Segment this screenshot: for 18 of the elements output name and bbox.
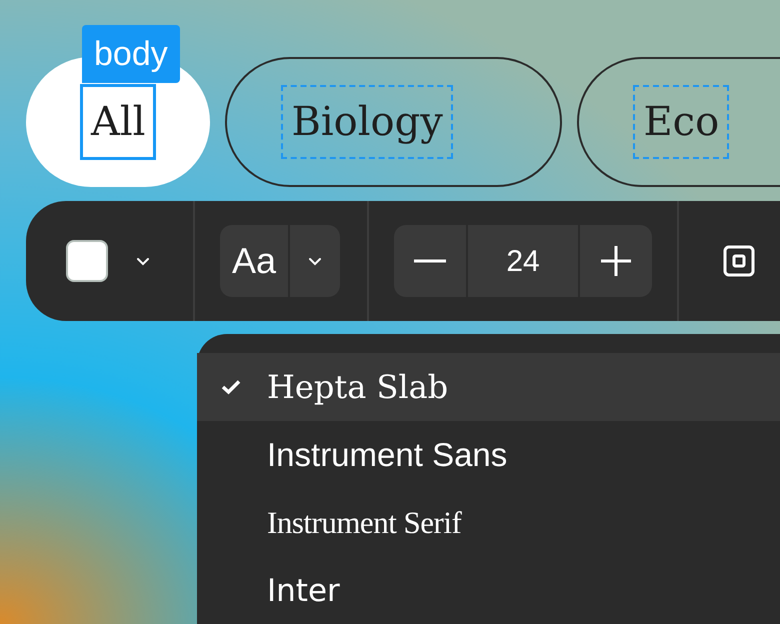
font-menu-item[interactable]: Instrument Serif bbox=[197, 489, 780, 557]
font-menu-item[interactable]: Hepta Slab bbox=[197, 353, 780, 421]
filter-chip[interactable]: Biology bbox=[225, 57, 562, 187]
font-size-value: 24 bbox=[505, 244, 541, 280]
chip-label: Biology bbox=[281, 85, 453, 159]
checkmark-icon bbox=[221, 379, 241, 395]
chevron-down-icon bbox=[136, 256, 150, 266]
chip-label: All bbox=[80, 84, 156, 160]
chevron-down-icon bbox=[308, 256, 322, 266]
color-swatch[interactable] bbox=[66, 240, 108, 282]
minus-icon bbox=[414, 259, 446, 263]
font-menu-item[interactable]: Instrument Sans bbox=[197, 421, 780, 489]
plus-icon bbox=[600, 245, 632, 277]
filter-chip[interactable]: Eco bbox=[577, 57, 780, 187]
color-dropdown-button[interactable] bbox=[136, 256, 150, 266]
font-menu-item[interactable]: Inter bbox=[197, 557, 780, 624]
chip-label: Eco bbox=[633, 85, 730, 159]
element-tag: body bbox=[82, 25, 180, 83]
